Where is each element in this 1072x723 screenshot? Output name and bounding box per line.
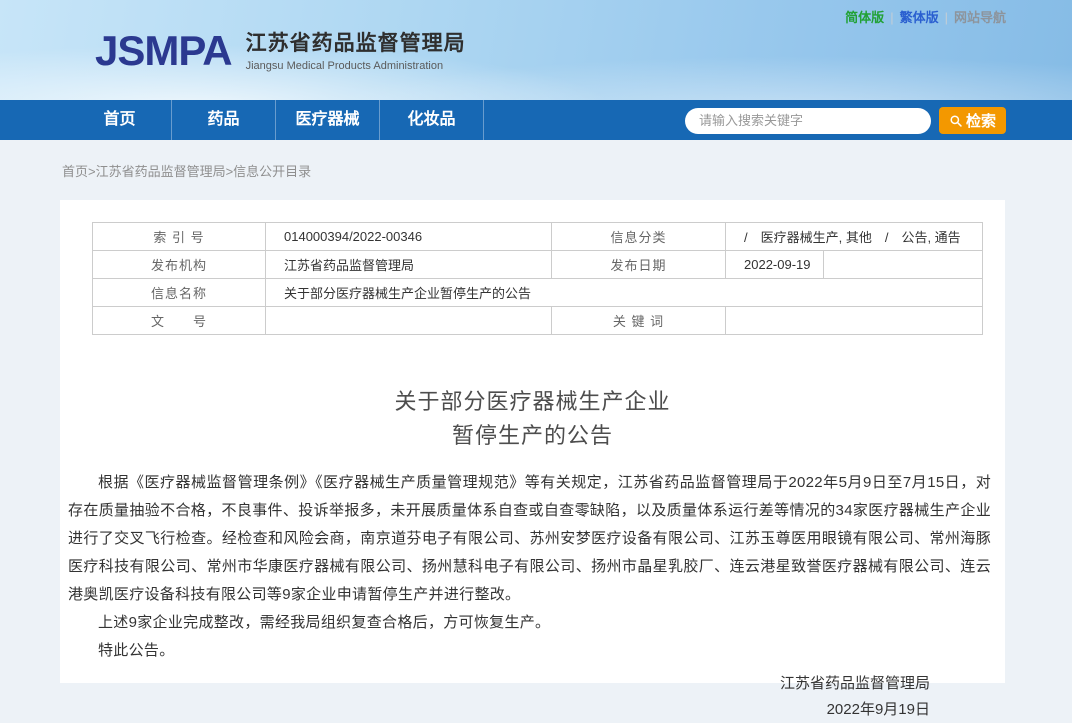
nav-item-drugs[interactable]: 药品 [172, 100, 276, 140]
link-traditional-chinese[interactable]: 繁体版 [900, 10, 939, 25]
topbar-separator: | [890, 10, 893, 25]
document-number-label: 文 号 [93, 307, 266, 335]
content-panel: 索 引 号 014000394/2022-00346 信息分类 / 医疗器械生产… [60, 200, 1005, 683]
keywords-label: 关 键 词 [552, 307, 726, 335]
search-area: 检索 [685, 107, 1006, 134]
signature-block: 江苏省药品监督管理局 2022年9月19日 [60, 671, 1005, 723]
signature-agency: 江苏省药品监督管理局 [60, 671, 930, 697]
publish-date-label: 发布日期 [552, 251, 726, 279]
nav-item-cosmetics[interactable]: 化妆品 [380, 100, 484, 140]
info-category-value: / 医疗器械生产, 其他 / 公告, 通告 [726, 223, 983, 251]
nav-item-medical-devices[interactable]: 医疗器械 [276, 100, 380, 140]
signature-date: 2022年9月19日 [60, 697, 930, 723]
index-number-value: 014000394/2022-00346 [266, 223, 552, 251]
header-banner: 简体版 | 繁体版 | 网站导航 JSMPA 江苏省药品监督管理局 Jiangsu Me… [0, 0, 1072, 100]
info-category-label: 信息分类 [552, 223, 726, 251]
publish-date-value: 2022-09-19 [726, 251, 824, 279]
body-paragraph: 上述9家企业完成整改，需经我局组织复查合格后，方可恢复生产。 [68, 609, 991, 637]
keywords-value [726, 307, 983, 335]
empty-cell [824, 251, 983, 279]
link-site-navigation[interactable]: 网站导航 [954, 10, 1006, 25]
search-button-label: 检索 [966, 110, 996, 131]
announcement-body: 根据《医疗器械监督管理条例》《医疗器械生产质量管理规范》等有关规定，江苏省药品监… [60, 469, 1005, 665]
topbar-separator: | [945, 10, 948, 25]
breadcrumb[interactable]: 首页>江苏省药品监督管理局>信息公开目录 [62, 161, 311, 180]
announcement-title-line2: 暂停生产的公告 [60, 419, 1005, 453]
link-simplified-chinese[interactable]: 简体版 [845, 10, 884, 25]
document-number-value [266, 307, 552, 335]
table-row: 文 号 关 键 词 [93, 307, 983, 335]
search-input[interactable] [685, 108, 931, 134]
logo-acronym: JSMPA [95, 30, 232, 72]
body-paragraph: 特此公告。 [68, 637, 991, 665]
topbar-links: 简体版 | 繁体版 | 网站导航 [845, 7, 1006, 26]
org-name-cn: 江苏省药品监督管理局 [246, 32, 466, 56]
document-info-table: 索 引 号 014000394/2022-00346 信息分类 / 医疗器械生产… [92, 222, 983, 335]
nav-item-home[interactable]: 首页 [68, 100, 172, 140]
info-name-label: 信息名称 [93, 279, 266, 307]
table-row: 索 引 号 014000394/2022-00346 信息分类 / 医疗器械生产… [93, 223, 983, 251]
table-row: 信息名称 关于部分医疗器械生产企业暂停生产的公告 [93, 279, 983, 307]
index-number-label: 索 引 号 [93, 223, 266, 251]
org-name-en: Jiangsu Medical Products Administration [246, 58, 466, 74]
site-logo[interactable]: JSMPA 江苏省药品监督管理局 Jiangsu Medical Product… [95, 30, 466, 74]
search-button[interactable]: 检索 [939, 107, 1006, 134]
announcement-title-line1: 关于部分医疗器械生产企业 [60, 385, 1005, 419]
logo-text: 江苏省药品监督管理局 Jiangsu Medical Products Admi… [246, 30, 466, 74]
body-paragraph: 根据《医疗器械监督管理条例》《医疗器械生产质量管理规范》等有关规定，江苏省药品监… [68, 469, 991, 609]
issuing-agency-value: 江苏省药品监督管理局 [266, 251, 552, 279]
search-icon [949, 114, 963, 128]
info-name-value: 关于部分医疗器械生产企业暂停生产的公告 [266, 279, 983, 307]
table-row: 发布机构 江苏省药品监督管理局 发布日期 2022-09-19 [93, 251, 983, 279]
issuing-agency-label: 发布机构 [93, 251, 266, 279]
announcement-title: 关于部分医疗器械生产企业 暂停生产的公告 [60, 385, 1005, 453]
main-navigation: 首页 药品 医疗器械 化妆品 检索 [0, 100, 1072, 140]
breadcrumb-band: 首页>江苏省药品监督管理局>信息公开目录 [0, 140, 1072, 200]
